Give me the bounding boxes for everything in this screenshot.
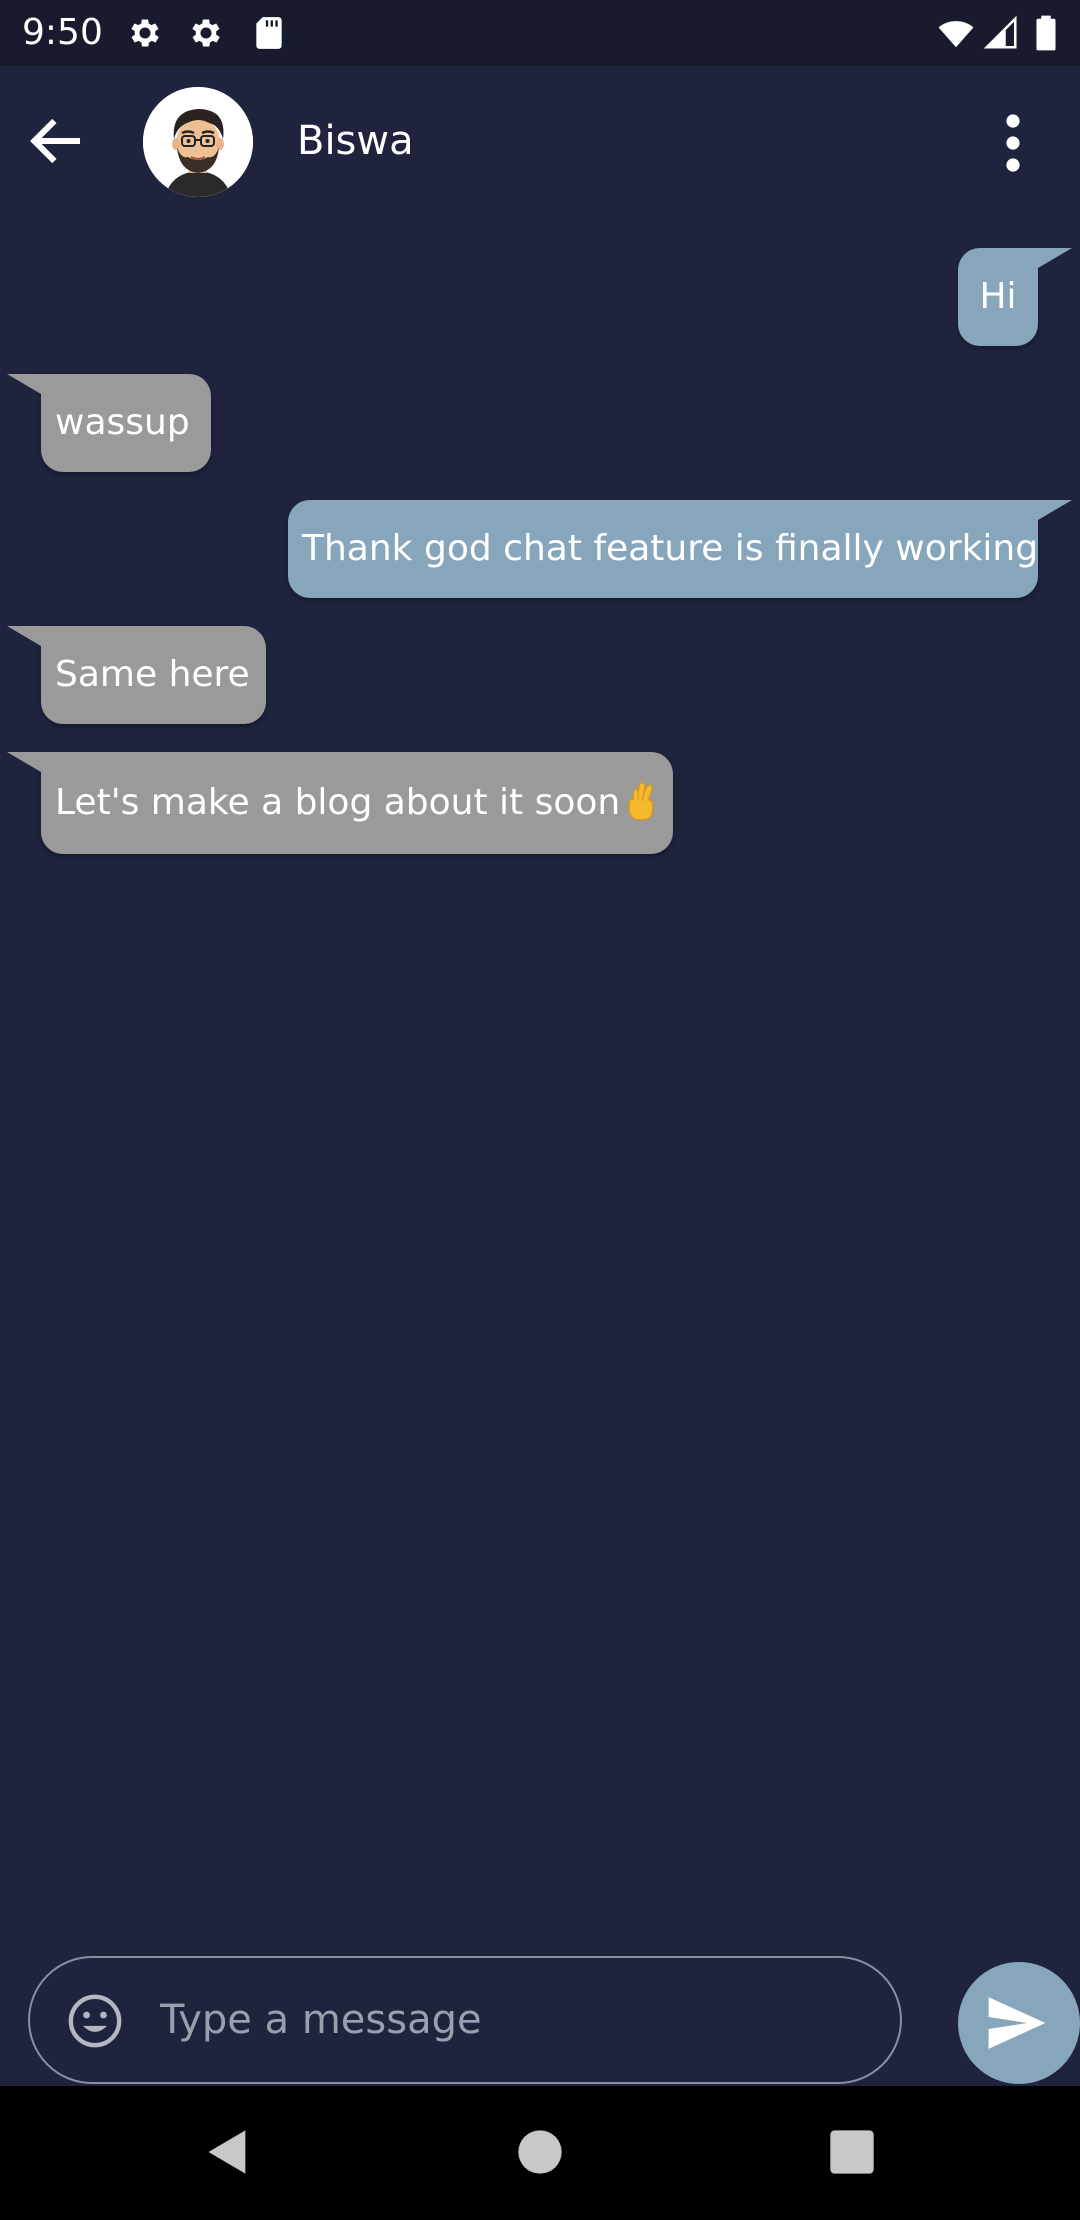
message-bubble-outgoing[interactable]: Hi	[958, 248, 1072, 346]
sd-card-icon	[250, 14, 288, 52]
composer-bar	[0, 1946, 1080, 2086]
message-bubble-incoming[interactable]: Same here	[7, 626, 266, 724]
overflow-menu-button[interactable]	[990, 110, 1036, 176]
message-text: Same here	[55, 654, 250, 695]
nav-recents-button[interactable]	[826, 2126, 878, 2178]
avatar-face-icon	[143, 87, 253, 197]
wifi-icon	[934, 14, 978, 52]
emoji-button[interactable]	[66, 1992, 124, 2050]
message-input-container[interactable]	[28, 1956, 902, 2084]
gear-icon	[187, 14, 225, 52]
message-text: wassup	[55, 402, 190, 443]
more-vert-icon	[1006, 114, 1020, 172]
nav-back-button[interactable]	[202, 2126, 254, 2178]
message-text: Hi	[979, 276, 1017, 317]
circle-home-icon	[518, 2130, 562, 2174]
system-nav-bar	[0, 2086, 1080, 2220]
triangle-back-icon	[208, 2130, 246, 2174]
cell-signal-icon	[982, 14, 1020, 52]
message-list[interactable]: Hi wassup Thank god chat feature is fina…	[0, 216, 1080, 1946]
status-bar: 9:50	[0, 0, 1080, 66]
send-icon	[988, 1997, 1046, 2049]
send-button[interactable]	[958, 1962, 1080, 2084]
message-text: Thank god chat feature is finally workin…	[302, 528, 1039, 569]
contact-avatar[interactable]	[143, 87, 253, 197]
square-recents-icon	[830, 2130, 874, 2174]
battery-icon	[1032, 14, 1060, 52]
message-bubble-incoming[interactable]: wassup	[7, 374, 211, 472]
message-text: Let's make a blog about it soon	[55, 782, 621, 823]
smiley-icon	[68, 1994, 122, 2048]
gear-icon	[126, 14, 164, 52]
chat-header: Biswa	[0, 66, 1080, 216]
message-bubble-incoming[interactable]: Let's make a blog about it soon	[7, 752, 673, 854]
crossed-fingers-emoji-icon	[624, 781, 660, 821]
nav-home-button[interactable]	[514, 2126, 566, 2178]
back-button[interactable]	[22, 108, 88, 174]
message-input[interactable]	[160, 1980, 860, 2060]
message-bubble-outgoing[interactable]: Thank god chat feature is finally workin…	[288, 500, 1072, 598]
arrow-left-icon	[30, 118, 81, 164]
status-time: 9:50	[22, 12, 103, 53]
contact-name[interactable]: Biswa	[297, 116, 414, 166]
